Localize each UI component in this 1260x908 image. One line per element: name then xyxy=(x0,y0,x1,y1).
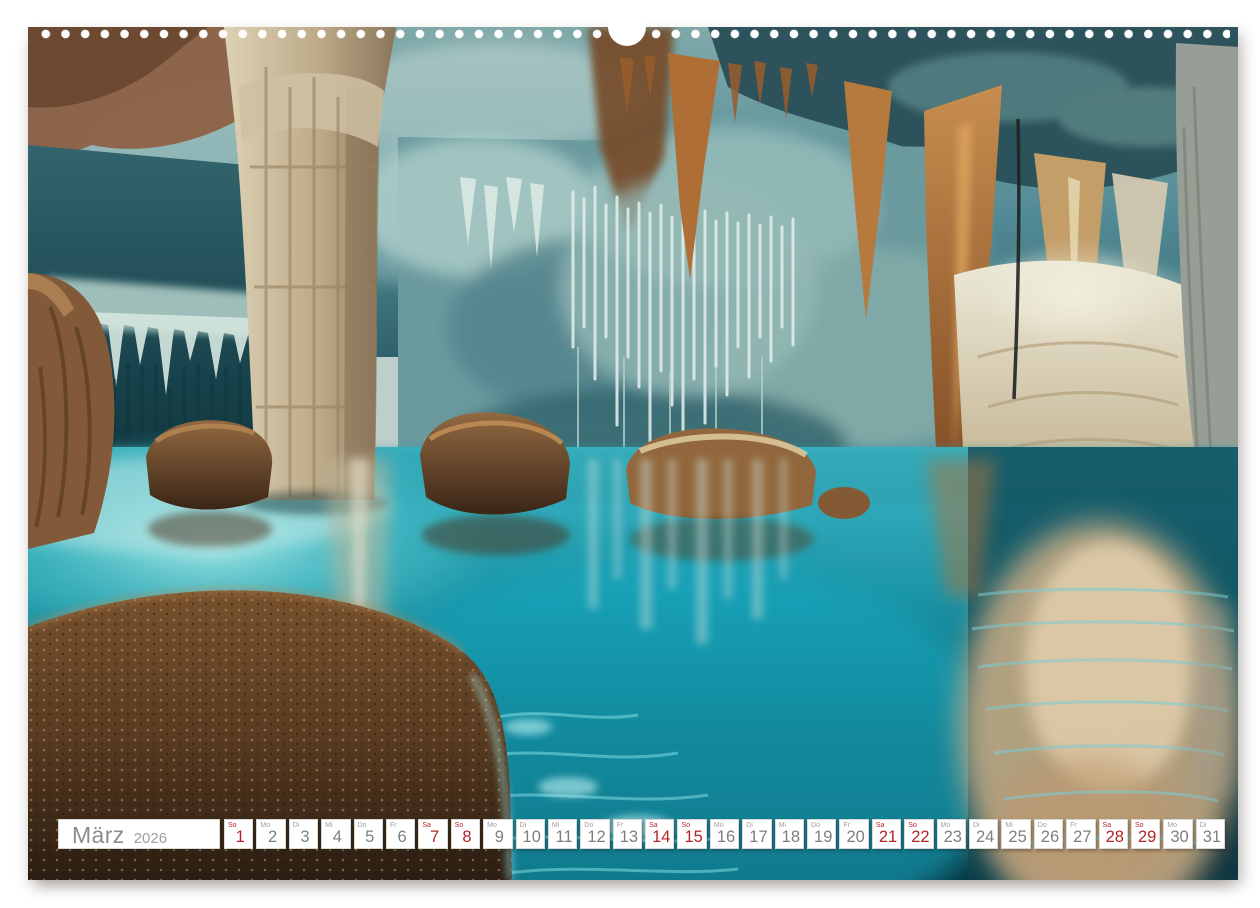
day-cell-1: So1 xyxy=(224,819,253,849)
day-number: 21 xyxy=(874,829,899,846)
day-number: 17 xyxy=(744,829,769,846)
day-number: 30 xyxy=(1165,829,1190,846)
day-cell-13: Fr13 xyxy=(613,819,642,849)
day-number: 31 xyxy=(1198,829,1223,846)
month-box: März 2026 xyxy=(58,819,220,849)
day-number: 1 xyxy=(226,829,251,846)
day-cell-19: Do19 xyxy=(807,819,836,849)
day-cell-5: Do5 xyxy=(354,819,383,849)
hanger-hole xyxy=(608,8,646,46)
day-number: 10 xyxy=(518,829,543,846)
day-cell-6: Fr6 xyxy=(386,819,415,849)
day-cell-15: So15 xyxy=(677,819,706,849)
day-number: 4 xyxy=(323,829,348,846)
day-cell-28: Sa28 xyxy=(1099,819,1128,849)
day-cell-4: Mi4 xyxy=(321,819,350,849)
day-cell-17: Di17 xyxy=(742,819,771,849)
day-cell-18: Mi18 xyxy=(775,819,804,849)
day-number: 6 xyxy=(388,829,413,846)
weekday-label: Mi xyxy=(325,822,332,829)
day-cell-10: Di10 xyxy=(516,819,545,849)
day-number: 2 xyxy=(258,829,283,846)
day-cell-21: Sa21 xyxy=(872,819,901,849)
day-cell-3: Di3 xyxy=(289,819,318,849)
day-cell-9: Mo9 xyxy=(483,819,512,849)
day-number: 27 xyxy=(1068,829,1093,846)
day-number: 22 xyxy=(906,829,931,846)
calendar-page: März 2026 So1Mo2Di3Mi4Do5Fr6Sa7So8Mo9Di1… xyxy=(28,27,1238,880)
month-label: März xyxy=(72,823,125,847)
day-cell-16: Mo16 xyxy=(710,819,739,849)
day-number: 23 xyxy=(939,829,964,846)
day-cell-14: Sa14 xyxy=(645,819,674,849)
cave-photo xyxy=(28,27,1238,880)
day-cell-24: Di24 xyxy=(969,819,998,849)
day-cell-23: Mo23 xyxy=(937,819,966,849)
day-number: 7 xyxy=(420,829,445,846)
day-cell-12: Do12 xyxy=(580,819,609,849)
day-number: 9 xyxy=(485,829,510,846)
day-number: 3 xyxy=(291,829,316,846)
day-cell-31: Di31 xyxy=(1196,819,1225,849)
day-number: 19 xyxy=(809,829,834,846)
day-number: 16 xyxy=(712,829,737,846)
day-number: 29 xyxy=(1133,829,1158,846)
day-number: 25 xyxy=(1003,829,1028,846)
day-number: 24 xyxy=(971,829,996,846)
day-number: 20 xyxy=(841,829,866,846)
day-number: 8 xyxy=(453,829,478,846)
day-cell-25: Mi25 xyxy=(1001,819,1030,849)
day-cell-26: Do26 xyxy=(1034,819,1063,849)
day-cell-8: So8 xyxy=(451,819,480,849)
day-cell-27: Fr27 xyxy=(1066,819,1095,849)
day-cell-22: So22 xyxy=(904,819,933,849)
day-number: 13 xyxy=(615,829,640,846)
day-cell-20: Fr20 xyxy=(839,819,868,849)
weekday-label: Di xyxy=(293,822,300,829)
day-number: 18 xyxy=(777,829,802,846)
day-number: 26 xyxy=(1036,829,1061,846)
year-label: 2026 xyxy=(134,830,167,847)
weekday-label: Fr xyxy=(390,822,397,829)
day-cell-29: So29 xyxy=(1131,819,1160,849)
day-cell-11: Mi11 xyxy=(548,819,577,849)
day-number: 14 xyxy=(647,829,672,846)
day-number: 11 xyxy=(550,829,575,846)
day-strip: So1Mo2Di3Mi4Do5Fr6Sa7So8Mo9Di10Mi11Do12F… xyxy=(224,819,1225,849)
day-number: 12 xyxy=(582,829,607,846)
day-number: 15 xyxy=(679,829,704,846)
day-cell-30: Mo30 xyxy=(1163,819,1192,849)
day-cell-2: Mo2 xyxy=(256,819,285,849)
day-number: 5 xyxy=(356,829,381,846)
calendar-strip: März 2026 So1Mo2Di3Mi4Do5Fr6Sa7So8Mo9Di1… xyxy=(58,819,1225,849)
day-cell-7: Sa7 xyxy=(418,819,447,849)
day-number: 28 xyxy=(1101,829,1126,846)
